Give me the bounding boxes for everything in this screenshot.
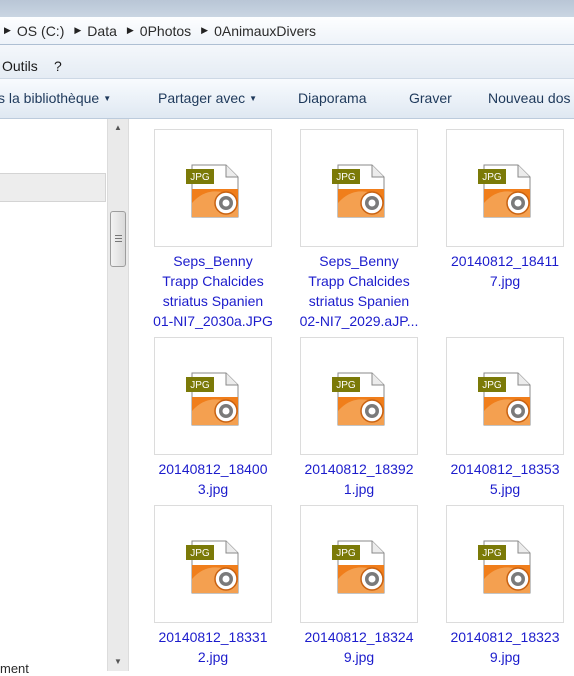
file-name[interactable]: 20140812_18331 2.jpg — [144, 627, 282, 667]
chevron-down-icon: ▼ — [103, 94, 112, 103]
jpg-file-icon: JPG — [186, 372, 239, 426]
file-name-line: 9.jpg — [343, 649, 375, 665]
file-thumbnail[interactable]: JPG — [300, 129, 418, 247]
file-grid: JPG Seps_Benny Trapp Chalcides striatus Spa… — [130, 119, 574, 671]
jpg-file-icon: JPG — [186, 540, 239, 594]
menu-tools[interactable]: Outils — [2, 58, 38, 74]
scroll-up-arrow-icon[interactable]: ▲ — [108, 119, 128, 137]
nav-item-partial[interactable]: ment — [0, 661, 29, 676]
file-name[interactable]: 20140812_18353 5.jpg — [436, 459, 574, 499]
jpg-type-label: JPG — [336, 172, 356, 183]
jpg-type-label: JPG — [190, 380, 210, 391]
chevron-right-icon[interactable]: ▶ — [74, 25, 81, 36]
file-name[interactable]: 20140812_18400 3.jpg — [144, 459, 282, 499]
file-name-line: 20140812_18411 — [451, 253, 559, 269]
file-thumbnail[interactable]: JPG — [300, 505, 418, 623]
file-item[interactable]: JPG 20140812_18400 3.jpg — [130, 327, 276, 497]
file-thumbnail[interactable]: JPG — [154, 129, 272, 247]
jpg-file-icon: JPG — [332, 372, 385, 426]
jpg-type-label: JPG — [482, 172, 502, 183]
address-bar[interactable]: ▶ OS (C:) ▶ Data ▶ 0Photos ▶ 0AnimauxDiv… — [0, 17, 574, 45]
jpg-file-icon: JPG — [478, 540, 531, 594]
chevron-right-icon[interactable]: ▶ — [4, 25, 11, 36]
include-in-library-label: s la bibliothèque — [0, 90, 100, 106]
nav-selected-item[interactable] — [0, 173, 106, 202]
file-item[interactable]: JPG 20140812_18331 2.jpg — [130, 495, 276, 665]
breadcrumb-item-current-folder[interactable]: 0AnimauxDivers — [214, 23, 316, 39]
jpg-file-icon: JPG — [332, 540, 385, 594]
include-in-library-button[interactable]: s la bibliothèque ▼ — [0, 90, 111, 106]
slideshow-button[interactable]: Diaporama — [298, 90, 366, 106]
file-item[interactable]: JPG 20140812_18324 9.jpg — [276, 495, 422, 665]
file-name-line: 20140812_18400 — [158, 461, 268, 477]
jpg-type-label: JPG — [482, 380, 502, 391]
file-name-line: 7.jpg — [489, 273, 521, 289]
file-name[interactable]: 20140812_18323 9.jpg — [436, 627, 574, 667]
file-name-line: 2.jpg — [197, 649, 229, 665]
share-with-button[interactable]: Partager avec ▼ — [158, 90, 257, 106]
jpg-type-label: JPG — [336, 380, 356, 391]
window-title-strip — [0, 0, 574, 17]
breadcrumb: ▶ OS (C:) ▶ Data ▶ 0Photos ▶ 0AnimauxDiv… — [0, 17, 316, 44]
file-name[interactable]: Seps_Benny Trapp Chalcides striatus Spanie… — [290, 251, 428, 331]
menu-help[interactable]: ? — [54, 58, 62, 74]
jpg-file-icon: JPG — [478, 164, 531, 218]
breadcrumb-item-data[interactable]: Data — [87, 23, 117, 39]
file-name-line: 20140812_18392 — [304, 461, 414, 477]
chevron-down-icon: ▼ — [249, 94, 258, 103]
file-item[interactable]: JPG 20140812_18411 7.jpg — [422, 119, 568, 327]
jpg-type-label: JPG — [336, 548, 356, 559]
file-name[interactable]: Seps_Benny Trapp Chalcides striatus Spanie… — [144, 251, 282, 331]
jpg-type-label: JPG — [190, 172, 210, 183]
file-name-line: Seps_Benny — [173, 253, 253, 269]
breadcrumb-item-drive[interactable]: OS (C:) — [17, 23, 64, 39]
jpg-type-label: JPG — [190, 548, 210, 559]
chevron-right-icon[interactable]: ▶ — [127, 25, 134, 36]
file-name[interactable]: 20140812_18392 1.jpg — [290, 459, 428, 499]
file-name-line: 20140812_18324 — [304, 629, 414, 645]
jpg-type-label: JPG — [482, 548, 502, 559]
file-name-line: 20140812_18323 — [450, 629, 560, 645]
jpg-file-icon: JPG — [478, 372, 531, 426]
file-item[interactable]: JPG 20140812_18323 9.jpg — [422, 495, 568, 665]
file-name-line: 20140812_18331 — [158, 629, 268, 645]
file-name-line: 20140812_18353 — [450, 461, 560, 477]
burn-button[interactable]: Graver — [409, 90, 452, 106]
navigation-pane: ment — [0, 119, 107, 676]
file-thumbnail[interactable]: JPG — [154, 505, 272, 623]
jpg-file-icon: JPG — [332, 164, 385, 218]
grip-icon — [115, 235, 122, 242]
file-thumbnail[interactable]: JPG — [446, 129, 564, 247]
file-item[interactable]: JPG 20140812_18392 1.jpg — [276, 327, 422, 497]
new-folder-button[interactable]: Nouveau dos — [488, 90, 571, 106]
scrollbar-thumb[interactable] — [110, 211, 126, 267]
file-name-line: Seps_Benny — [319, 253, 399, 269]
file-item[interactable]: JPG Seps_Benny Trapp Chalcides striatus Spa… — [276, 119, 422, 329]
file-thumbnail[interactable]: JPG — [446, 337, 564, 455]
file-name-line: 9.jpg — [489, 649, 521, 665]
file-thumbnail[interactable]: JPG — [300, 337, 418, 455]
file-thumbnail[interactable]: JPG — [446, 505, 564, 623]
menu-bar: Outils ? — [0, 45, 574, 79]
chevron-right-icon[interactable]: ▶ — [201, 25, 208, 36]
file-item[interactable]: JPG Seps_Benny Trapp Chalcides striatus Spa… — [130, 119, 276, 329]
file-name-line: striatus Spanien — [308, 293, 410, 309]
file-thumbnail[interactable]: JPG — [154, 337, 272, 455]
command-toolbar: s la bibliothèque ▼ Partager avec ▼ Diapor… — [0, 79, 574, 119]
nav-scrollbar[interactable]: ▲ ▼ — [107, 119, 129, 671]
scroll-down-arrow-icon[interactable]: ▼ — [108, 653, 128, 671]
file-name-line: Trapp Chalcides — [308, 273, 410, 289]
file-name[interactable]: 20140812_18411 7.jpg — [436, 251, 574, 291]
file-name[interactable]: 20140812_18324 9.jpg — [290, 627, 428, 667]
file-name-line: striatus Spanien — [162, 293, 264, 309]
breadcrumb-item-photos[interactable]: 0Photos — [140, 23, 191, 39]
file-item[interactable]: JPG 20140812_18353 5.jpg — [422, 327, 568, 497]
file-name-line: Trapp Chalcides — [162, 273, 264, 289]
share-with-label: Partager avec — [158, 90, 246, 106]
jpg-file-icon: JPG — [186, 164, 239, 218]
